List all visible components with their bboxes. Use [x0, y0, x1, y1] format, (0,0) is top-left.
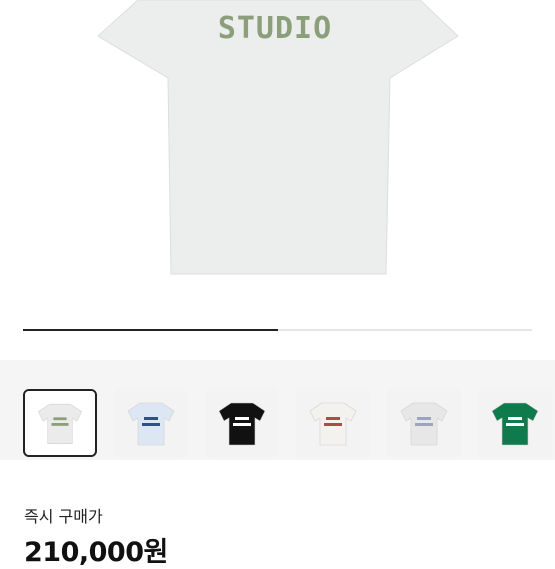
thumbnail-tshirt-icon [114, 389, 188, 457]
instant-buy-label: 즉시 구매가 [24, 507, 103, 526]
thumbnail-tshirt-icon [205, 389, 279, 457]
image-progress-fill [23, 329, 278, 331]
thumbnail-3[interactable] [205, 389, 279, 457]
product-image-area: STUDIO [0, 0, 555, 360]
price-value: 210,000원 [24, 537, 168, 568]
thumbnail-4[interactable] [296, 389, 370, 457]
thumbnail-tshirt-icon [296, 389, 370, 457]
thumbnail-tshirt-icon [387, 389, 461, 457]
tshirt-print-text: STUDIO [218, 11, 332, 46]
thumbnail-5[interactable] [387, 389, 461, 457]
thumbnail-6[interactable] [478, 389, 552, 457]
thumbnail-tshirt-icon [478, 389, 552, 457]
tshirt-image: STUDIO [97, 0, 459, 275]
image-progress-track[interactable] [23, 329, 532, 331]
thumbnail-1[interactable] [23, 389, 97, 457]
thumbnail-2[interactable] [114, 389, 188, 457]
thumbnail-tshirt-icon [25, 391, 95, 455]
